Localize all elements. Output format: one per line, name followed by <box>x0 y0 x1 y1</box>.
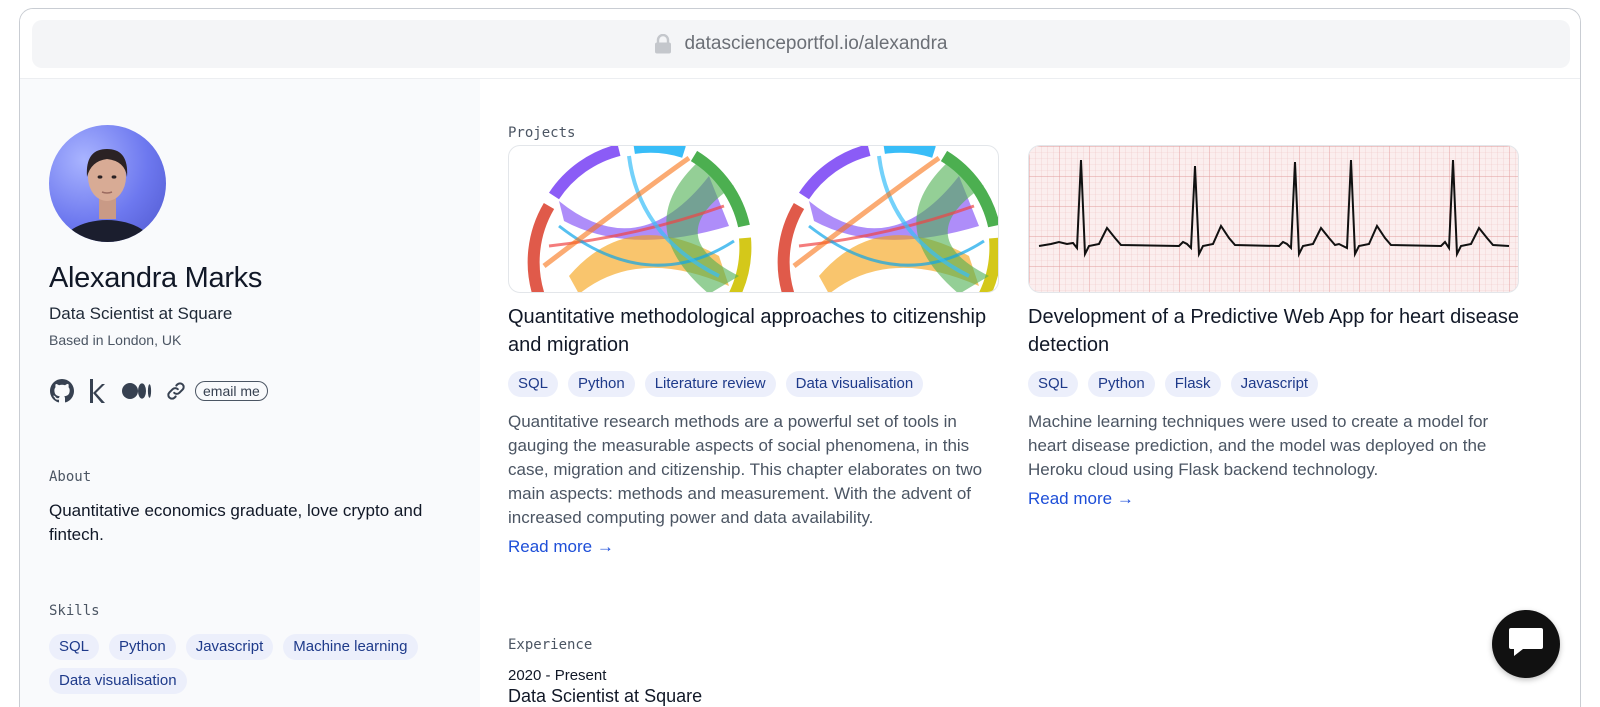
medium-icon[interactable] <box>121 378 153 404</box>
experience-date: 2020 - Present <box>508 667 607 684</box>
email-button[interactable]: email me <box>195 381 268 401</box>
project-tag: Flask <box>1164 371 1221 397</box>
read-more-link[interactable]: Read more → <box>1028 489 1134 509</box>
skills-heading: Skills <box>49 603 100 619</box>
skill-tag: Javascript <box>185 634 274 660</box>
browser-toolbar: datascienceportfol.io/alexandra <box>20 9 1580 79</box>
project-card: Quantitative methodological approaches t… <box>508 145 999 557</box>
project-description: Machine learning techniques were used to… <box>1028 412 1489 479</box>
project-tag: SQL <box>1028 371 1079 397</box>
experience-title: Data Scientist at Square <box>508 686 703 706</box>
project-tags: SQL Python Flask Javascript <box>1028 371 1519 397</box>
main-content: Projects Quantitative methodological app… <box>480 79 1580 707</box>
skill-tag: Python <box>109 634 176 660</box>
ecg-image[interactable] <box>1028 145 1519 293</box>
skill-tag: SQL <box>49 634 100 660</box>
skill-tag: Data visualisation <box>49 668 187 694</box>
project-description: Quantitative research methods are a powe… <box>508 412 983 527</box>
skills-list: SQL Python Javascript Machine learning D… <box>49 634 449 694</box>
skill-tag: Machine learning <box>283 634 418 660</box>
about-text: Quantitative economics graduate, love cr… <box>49 501 423 544</box>
address-bar[interactable]: datascienceportfol.io/alexandra <box>32 20 1570 68</box>
chat-button[interactable] <box>1492 610 1560 678</box>
project-tag: Javascript <box>1230 371 1319 397</box>
projects-heading: Projects <box>508 125 576 141</box>
browser-window: datascienceportfol.io/alexandra Alexandr… <box>19 8 1581 707</box>
project-tag: SQL <box>508 371 559 397</box>
experience-heading: Experience <box>508 637 593 653</box>
avatar <box>49 125 166 242</box>
url-text: datascienceportfol.io/alexandra <box>684 33 948 54</box>
profile-role: Data Scientist at Square <box>49 304 233 323</box>
github-icon[interactable] <box>49 378 75 404</box>
social-links: email me <box>49 378 268 404</box>
chat-icon <box>1507 625 1545 664</box>
link-icon[interactable] <box>163 378 189 404</box>
project-title[interactable]: Development of a Predictive Web App for … <box>1028 303 1519 359</box>
lock-icon <box>654 33 672 54</box>
kaggle-icon[interactable] <box>85 378 111 404</box>
chord-diagram-image[interactable] <box>508 145 999 293</box>
read-more-link[interactable]: Read more → <box>508 537 614 557</box>
about-heading: About <box>49 469 92 485</box>
project-tag: Literature review <box>644 371 776 397</box>
profile-name: Alexandra Marks <box>49 262 263 294</box>
project-card: Development of a Predictive Web App for … <box>1028 145 1519 509</box>
project-tag: Python <box>568 371 635 397</box>
project-title[interactable]: Quantitative methodological approaches t… <box>508 303 999 359</box>
project-tags: SQL Python Literature review Data visual… <box>508 371 999 397</box>
project-tag: Python <box>1088 371 1155 397</box>
profile-sidebar: Alexandra Marks Data Scientist at Square… <box>20 79 480 707</box>
project-tag: Data visualisation <box>785 371 924 397</box>
profile-location: Based in London, UK <box>49 332 182 348</box>
